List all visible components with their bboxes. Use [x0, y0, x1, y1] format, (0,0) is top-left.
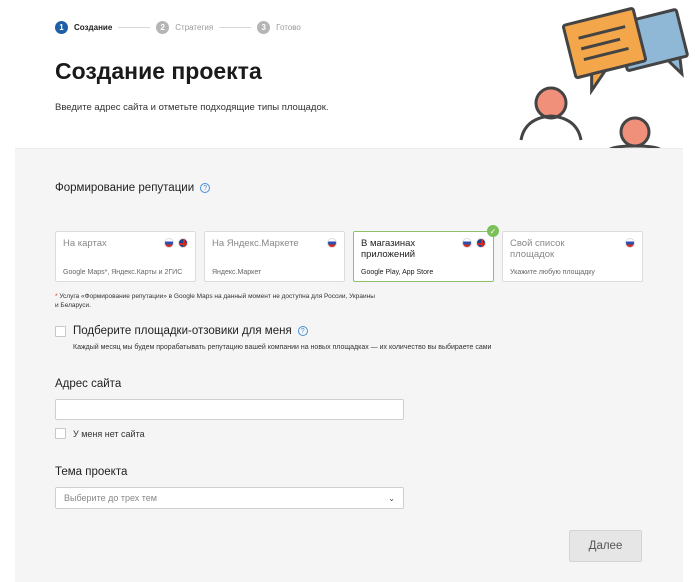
card-maps[interactable]: На картах Google Maps*, Яндекс.Карты и 2…	[55, 231, 196, 282]
auto-pick-checkbox[interactable]	[55, 325, 66, 337]
site-address-input[interactable]	[55, 399, 404, 420]
step-number: 3	[257, 21, 271, 34]
topic-label: Тема проекта	[55, 466, 128, 478]
russia-flag-icon	[625, 238, 635, 248]
card-title: В магазинах приложений	[361, 238, 416, 260]
auto-pick-description: Каждый месяц мы будем прорабатывать репу…	[73, 344, 492, 351]
next-button[interactable]: Далее	[569, 530, 642, 562]
card-custom-list[interactable]: Свой список площадок Укажите любую площа…	[502, 231, 643, 282]
step-divider	[118, 27, 151, 28]
maps-footnote: * Услуга «Формирование репутации» в Goog…	[55, 292, 375, 310]
card-title: На картах	[63, 238, 107, 249]
help-icon[interactable]: ?	[200, 183, 211, 193]
step-number: 1	[55, 21, 68, 34]
site-address-label: Адрес сайта	[55, 378, 122, 390]
auto-pick-label[interactable]: Подберите площадки-отзовики для меня	[73, 325, 292, 337]
card-yandex-market[interactable]: На Яндекс.Маркете Яндекс.Маркет	[204, 231, 345, 282]
help-icon[interactable]: ?	[297, 326, 308, 336]
topic-placeholder: Выберите до трех тем	[64, 493, 157, 503]
russia-flag-icon	[462, 238, 472, 248]
card-flags	[621, 238, 635, 248]
uk-flag-icon	[476, 238, 486, 248]
topic-select[interactable]: Выберите до трех тем ⌄	[55, 487, 404, 509]
russia-flag-icon	[164, 238, 174, 248]
step-number: 2	[156, 21, 170, 34]
platform-cards: На картах Google Maps*, Яндекс.Карты и 2…	[55, 225, 651, 282]
chevron-down-icon: ⌄	[388, 493, 395, 503]
reputation-title: Формирование репутации	[55, 182, 195, 194]
card-description: Укажите любую площадку	[510, 269, 595, 276]
step-strategy: 2 Стратегия	[156, 21, 213, 34]
checkmark-icon: ✓	[487, 225, 499, 237]
uk-flag-icon	[178, 238, 188, 248]
card-description: Google Play, App Store	[361, 269, 434, 276]
reputation-section-title: Формирование репутации ?	[55, 182, 211, 194]
footnote-text: Услуга «Формирование репутации» в Google…	[55, 293, 375, 309]
step-label: Готово	[276, 23, 301, 32]
card-description: Google Maps*, Яндекс.Карты и 2ГИС	[63, 269, 183, 276]
card-flags	[458, 238, 486, 248]
card-title: Свой список площадок	[510, 238, 565, 260]
step-label: Стратегия	[175, 23, 214, 32]
card-flags	[160, 238, 188, 248]
page-subtitle: Введите адрес сайта и отметьте подходящи…	[55, 102, 329, 113]
card-title: На Яндекс.Маркете	[212, 238, 299, 249]
card-flags	[323, 238, 337, 248]
card-description: Яндекс.Маркет	[212, 269, 262, 276]
no-site-checkbox[interactable]	[55, 428, 66, 439]
form-panel: Формирование репутации ? На картах Googl…	[15, 148, 683, 582]
chat-people-illustration	[519, 7, 689, 150]
step-label: Создание	[74, 23, 113, 32]
step-divider	[219, 27, 252, 28]
russia-flag-icon	[327, 238, 337, 248]
auto-pick-option: Подберите площадки-отзовики для меня ?	[55, 325, 308, 337]
progress-stepper: 1 Создание 2 Стратегия 3 Готово	[55, 21, 301, 34]
no-site-label[interactable]: У меня нет сайта	[73, 429, 145, 439]
step-done: 3 Готово	[257, 21, 301, 34]
page-title: Создание проекта	[55, 58, 262, 84]
no-site-option: У меня нет сайта	[55, 428, 145, 439]
card-app-stores[interactable]: ✓ В магазинах приложений Google Play, Ap…	[353, 225, 499, 282]
step-create: 1 Создание	[55, 21, 112, 34]
